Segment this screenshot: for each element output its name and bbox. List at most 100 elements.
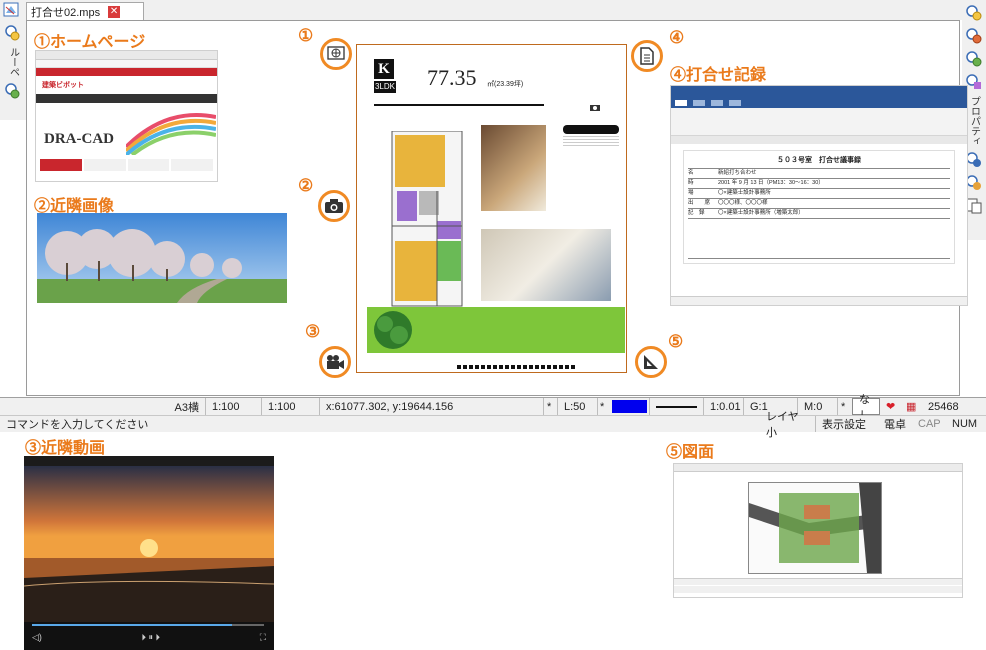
attr-star[interactable]: * bbox=[838, 398, 852, 415]
floorplan-logo: K bbox=[374, 59, 394, 79]
row-value: 新紹打ち合わせ bbox=[718, 170, 757, 176]
color-swatch[interactable] bbox=[610, 398, 650, 415]
row-value: 〇×建築士設計事務所（増築太郎） bbox=[718, 210, 804, 216]
callout-heading: 近隣動画 bbox=[41, 440, 106, 457]
left-toolbar: ルーペ bbox=[0, 20, 26, 120]
callout-drawing-heading: ⑤図面 bbox=[666, 438, 714, 462]
callout-number: ③ bbox=[25, 440, 42, 457]
area-unit: ㎡(23.39坪) bbox=[487, 81, 524, 88]
properties-tab[interactable]: プロパティ bbox=[967, 96, 982, 146]
callout-num-1: ① bbox=[298, 26, 313, 46]
layer-number[interactable]: L:50 bbox=[558, 398, 598, 415]
floorplan-sheet[interactable]: K 3LDK 77.35 ㎡(23.39坪) bbox=[356, 44, 627, 373]
cursor-coordinates: x:61077.302, y:19644.156 bbox=[320, 398, 544, 415]
status-bar: A3横 1:100 1:100 x:61077.302, y:19644.156… bbox=[0, 394, 986, 422]
record-link-circle[interactable] bbox=[631, 40, 663, 72]
row-value: 〇×建築士設計事務所 bbox=[718, 190, 771, 196]
kitchen-render bbox=[481, 125, 546, 211]
line-type[interactable] bbox=[650, 398, 704, 415]
row-label: 記 録 bbox=[688, 210, 705, 216]
callout-number: ④ bbox=[669, 28, 685, 47]
video-link-circle[interactable] bbox=[319, 346, 351, 378]
caps-lock: CAP bbox=[918, 418, 941, 430]
video-player[interactable]: ◁) ⏵ ⏸ ⏵ ⛶ bbox=[24, 456, 274, 650]
row-value: 2001 年 9 月 13 日（PM13：30～16：30） bbox=[718, 180, 824, 186]
row-label: 出 席 bbox=[688, 200, 711, 206]
calculator[interactable]: 電卓 bbox=[878, 416, 912, 432]
scale-2[interactable]: 1:100 bbox=[262, 398, 320, 415]
homepage-link-circle[interactable] bbox=[320, 38, 352, 70]
entity-count: 25468 bbox=[928, 400, 959, 413]
heart-icon[interactable]: ❤ bbox=[880, 398, 900, 415]
row-label: 名 bbox=[688, 170, 694, 176]
color-star[interactable]: * bbox=[598, 398, 610, 415]
callout-num-4: ④ bbox=[669, 28, 684, 48]
attribute-none[interactable]: なし bbox=[852, 394, 880, 422]
camera-icon[interactable] bbox=[318, 190, 350, 222]
callout-number: ② bbox=[298, 176, 314, 195]
layer-star[interactable]: * bbox=[544, 398, 558, 415]
callout-number: ③ bbox=[305, 322, 321, 341]
layout-type: 3LDK bbox=[374, 81, 396, 93]
callout-number: ④ bbox=[670, 67, 687, 84]
command-prompt[interactable]: コマンドを入力してください bbox=[0, 416, 760, 432]
drawing-thumbnail[interactable] bbox=[673, 463, 963, 598]
layer-small[interactable]: レイヤ小 bbox=[760, 411, 816, 439]
calendar-icon[interactable]: ▦ bbox=[900, 398, 922, 415]
num-lock: NUM bbox=[952, 418, 978, 430]
magnifier-icon[interactable] bbox=[3, 23, 23, 43]
callout-num-3: ③ bbox=[305, 322, 320, 342]
web-icon[interactable] bbox=[320, 38, 352, 70]
brand-name: DRA-CAD bbox=[44, 131, 114, 147]
callout-num-2: ② bbox=[298, 176, 313, 196]
snap-icon[interactable] bbox=[964, 49, 984, 69]
image-link-circle[interactable] bbox=[318, 190, 350, 222]
garden-band bbox=[367, 307, 625, 353]
homepage-thumbnail[interactable]: 建築ビボット DRA-CAD bbox=[35, 50, 218, 182]
document-icon bbox=[3, 2, 21, 18]
callout-video-heading: ③近隣動画 bbox=[25, 434, 105, 458]
layer-icon[interactable] bbox=[3, 81, 23, 101]
row-label: 時 bbox=[688, 180, 694, 186]
command-bar: コマンドを入力してください レイヤ小 表示設定 電卓 CAP NUM bbox=[0, 411, 986, 439]
tab-title: 打合せ02.mps bbox=[31, 6, 101, 19]
camera-icon bbox=[590, 102, 600, 114]
doc-title: ５０３号室 打合せ議事録 bbox=[777, 157, 861, 164]
row-value: 〇〇〇様、〇〇〇様 bbox=[718, 200, 768, 206]
scale-1[interactable]: 1:100 bbox=[206, 398, 262, 415]
paper-size[interactable]: A3横 bbox=[162, 398, 206, 415]
snap-icon[interactable] bbox=[964, 26, 984, 46]
display-settings[interactable]: 表示設定 bbox=[816, 416, 878, 432]
row-label: 場 bbox=[688, 190, 694, 196]
loupe-tab[interactable]: ルーペ bbox=[6, 47, 21, 77]
tab-bar bbox=[0, 0, 986, 20]
callout-heading: ホームページ bbox=[50, 34, 146, 51]
document-tab[interactable]: 打合せ02.mps ✕ bbox=[26, 2, 144, 20]
callout-number: ① bbox=[298, 26, 314, 45]
site-name: 建築ビボット bbox=[42, 82, 84, 89]
living-render bbox=[481, 229, 611, 301]
callout-heading: 図面 bbox=[682, 444, 715, 461]
callout-number: ⑤ bbox=[666, 444, 683, 461]
callout-number: ① bbox=[34, 34, 51, 51]
callout-homepage-heading: ①ホームページ bbox=[34, 28, 145, 52]
drawing-link-circle[interactable] bbox=[635, 346, 667, 378]
kitchen-notes bbox=[563, 125, 619, 205]
word-document-thumbnail[interactable]: ５０３号室 打合せ議事録 名 新紹打ち合わせ 時 2001 年 9 月 13 日（P… bbox=[670, 85, 968, 306]
volume-icon[interactable]: ◁) bbox=[32, 632, 42, 643]
callout-heading: 打合せ記録 bbox=[686, 67, 767, 84]
close-icon[interactable]: ✕ bbox=[108, 5, 121, 18]
document-icon[interactable] bbox=[631, 40, 663, 72]
callout-number: ⑤ bbox=[668, 332, 684, 351]
line-scale[interactable]: 1:0.01 bbox=[704, 398, 744, 415]
neighborhood-photo[interactable] bbox=[37, 213, 287, 303]
callout-num-5: ⑤ bbox=[668, 332, 683, 352]
video-camera-icon[interactable] bbox=[319, 346, 351, 378]
fullscreen-icon[interactable]: ⛶ bbox=[260, 632, 266, 643]
set-square-icon[interactable] bbox=[635, 346, 667, 378]
snap-icon[interactable] bbox=[964, 3, 984, 23]
callout-record-heading: ④打合せ記録 bbox=[670, 61, 766, 85]
play-icon[interactable]: ⏵ ⏸ ⏵ bbox=[142, 632, 161, 643]
scale-strip bbox=[457, 365, 577, 369]
area-value: 77.35 bbox=[427, 65, 477, 90]
